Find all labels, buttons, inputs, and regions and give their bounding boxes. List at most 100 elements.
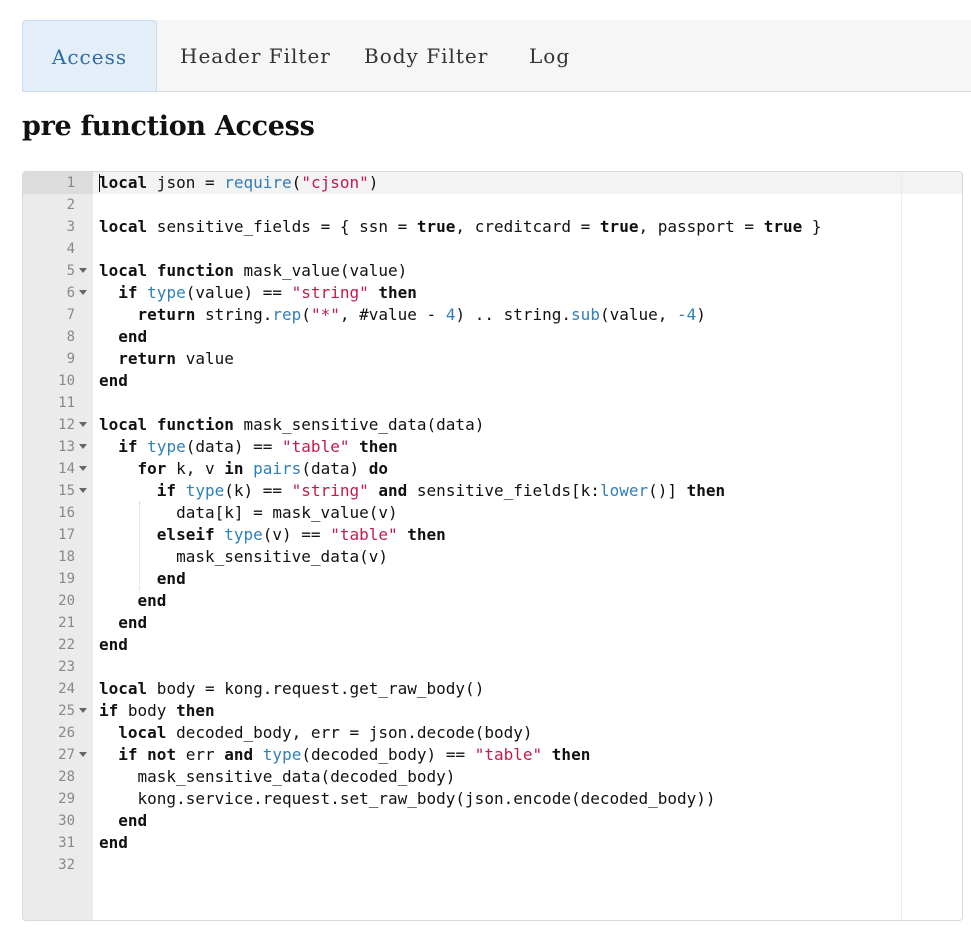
code-token: (v) == <box>262 525 331 544</box>
code-line[interactable]: 29 kong.service.request.set_raw_body(jso… <box>23 788 962 810</box>
code-token: local <box>99 173 148 192</box>
tab-header-filter[interactable]: Header Filter <box>180 20 331 92</box>
code-line[interactable]: 22 end <box>23 634 962 656</box>
code-token: elseif <box>156 525 215 544</box>
line-number: 11 <box>58 395 75 411</box>
code-line[interactable]: 3 local sensitive_fields = { ssn = true, … <box>23 216 962 238</box>
code-line[interactable]: 32 <box>23 854 962 876</box>
code-line[interactable]: 30 end <box>23 810 962 832</box>
code-token: local <box>118 723 167 742</box>
code-token: not <box>147 745 177 764</box>
code-line[interactable]: 6 if type(value) == "string" then <box>23 282 962 304</box>
fold-arrow-icon[interactable] <box>79 268 87 273</box>
code-line[interactable]: 27 if not err and type(decoded_body) == … <box>23 744 962 766</box>
code-token: ) <box>368 173 379 192</box>
code-line[interactable]: 11 <box>23 392 962 414</box>
code-line[interactable]: 24 local body = kong.request.get_raw_body… <box>23 678 962 700</box>
code-line[interactable]: 7 return string.rep("*", #value - 4) .. … <box>23 304 962 326</box>
code-token: mask_sensitive_data(data) <box>233 415 485 434</box>
tab-body-filter[interactable]: Body Filter <box>364 20 488 92</box>
code-line[interactable]: 14 for k, v in pairs(data) do <box>23 458 962 480</box>
tab-log[interactable]: Log <box>529 20 570 92</box>
code-token: "cjson" <box>301 173 369 192</box>
code-token: "string" <box>291 283 369 302</box>
code-line[interactable]: 21 end <box>23 612 962 634</box>
code-line[interactable]: 12 local function mask_sensitive_data(dat… <box>23 414 962 436</box>
tab-access[interactable]: Access <box>22 20 157 92</box>
fold-arrow-icon[interactable] <box>79 290 87 295</box>
code-line[interactable]: 31 end <box>23 832 962 854</box>
line-number: 23 <box>58 659 75 675</box>
code-token: end <box>99 635 128 654</box>
code-token: ( <box>301 305 311 324</box>
code-line[interactable]: 1 local json = require("cjson") <box>23 172 962 194</box>
line-number: 12 <box>58 417 75 433</box>
code-line[interactable]: 23 <box>23 656 962 678</box>
code-line[interactable]: 20 end <box>23 590 962 612</box>
code-line[interactable]: 19 end <box>23 568 962 590</box>
line-number: 32 <box>58 857 75 873</box>
fold-arrow-icon[interactable] <box>79 466 87 471</box>
line-number: 28 <box>58 769 75 785</box>
code-token: err <box>176 745 225 764</box>
code-token: (value, <box>599 305 678 324</box>
code-text: end <box>99 326 147 348</box>
code-token: data[k] = mask_value(v) <box>99 503 398 522</box>
fold-arrow-icon[interactable] <box>79 444 87 449</box>
line-number: 27 <box>58 747 75 763</box>
code-token: then <box>407 525 446 544</box>
code-token: "table" <box>330 525 398 544</box>
code-text: local function mask_sensitive_data(data) <box>99 414 484 436</box>
code-token: local <box>99 261 148 280</box>
code-token: function <box>156 261 234 280</box>
code-area[interactable]: 1 local json = require("cjson") 2 3 local se… <box>23 172 962 876</box>
code-text: return string.rep("*", #value - 4) .. st… <box>99 304 706 326</box>
code-text: if type(k) == "string" and sensitive_fie… <box>99 480 725 502</box>
code-line[interactable]: 26 local decoded_body, err = json.decode… <box>23 722 962 744</box>
code-token: , #value - <box>339 305 446 324</box>
code-text: data[k] = mask_value(v) <box>99 502 398 524</box>
code-token: mask_sensitive_data(v) <box>99 547 388 566</box>
code-line[interactable]: 9 return value <box>23 348 962 370</box>
code-line[interactable]: 15 if type(k) == "string" and sensitive_… <box>23 480 962 502</box>
fold-arrow-icon[interactable] <box>79 752 87 757</box>
code-line[interactable]: 13 if type(data) == "table" then <box>23 436 962 458</box>
line-number: 5 <box>66 263 75 279</box>
code-text: local body = kong.request.get_raw_body() <box>99 678 484 700</box>
code-text: for k, v in pairs(data) do <box>99 458 388 480</box>
code-token: then <box>686 481 726 500</box>
fold-arrow-icon[interactable] <box>79 708 87 713</box>
code-token: type <box>224 525 263 544</box>
fold-arrow-icon[interactable] <box>79 488 87 493</box>
code-token: then <box>359 437 398 456</box>
code-token: pairs <box>253 459 302 478</box>
code-line[interactable]: 17 elseif type(v) == "table" then <box>23 524 962 546</box>
code-token: 4 <box>445 305 456 324</box>
fold-arrow-icon[interactable] <box>79 422 87 427</box>
line-number: 14 <box>58 461 75 477</box>
code-line[interactable]: 8 end <box>23 326 962 348</box>
code-text: local json = require("cjson") <box>99 172 378 194</box>
code-line[interactable]: 25 if body then <box>23 700 962 722</box>
code-editor[interactable]: 1 local json = require("cjson") 2 3 local se… <box>22 171 963 921</box>
code-token: and <box>224 745 254 764</box>
code-token: k, v <box>166 459 225 478</box>
code-token: do <box>368 459 389 478</box>
code-line[interactable]: 10 end <box>23 370 962 392</box>
code-line[interactable]: 18 mask_sensitive_data(v) <box>23 546 962 568</box>
code-line[interactable]: 4 <box>23 238 962 260</box>
code-line[interactable]: 28 mask_sensitive_data(decoded_body) <box>23 766 962 788</box>
code-line[interactable]: 2 <box>23 194 962 216</box>
code-text: mask_sensitive_data(decoded_body) <box>99 766 456 788</box>
code-line[interactable]: 16 data[k] = mask_value(v) <box>23 502 962 524</box>
code-token: end <box>118 327 148 346</box>
code-line[interactable]: 5 local function mask_value(value) <box>23 260 962 282</box>
code-token: lower <box>599 481 649 500</box>
